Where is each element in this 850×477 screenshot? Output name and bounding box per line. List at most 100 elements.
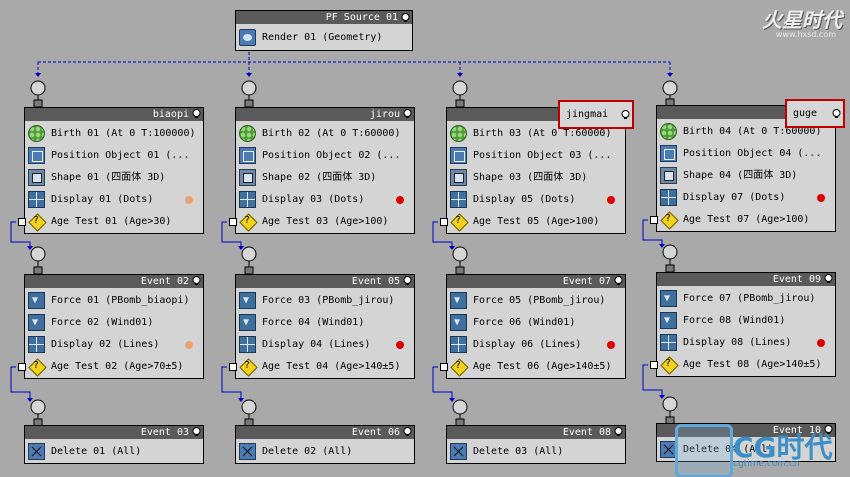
lightbulb-icon[interactable] xyxy=(824,274,833,284)
operator-row[interactable]: Display 05 (Dots) xyxy=(447,189,625,211)
lightbulb-icon[interactable] xyxy=(192,427,201,437)
hxsd-url: www.hxsd.com xyxy=(775,30,836,39)
display-icon xyxy=(450,336,467,353)
lightbulb-icon[interactable] xyxy=(403,276,412,286)
operator-row[interactable]: Force 01 (PBomb_biaopi) xyxy=(25,290,203,312)
force-icon xyxy=(660,310,677,332)
lightbulb-icon[interactable] xyxy=(614,427,623,437)
output-connector[interactable] xyxy=(18,363,26,371)
operator-row[interactable]: Force 05 (PBomb_jirou) xyxy=(447,290,625,312)
operator-row[interactable]: Delete 01 (All) xyxy=(25,441,203,463)
operator-row[interactable]: Age Test 03 (Age>100) xyxy=(229,210,414,233)
operator-row[interactable]: Age Test 02 (Age>70±5) xyxy=(18,355,203,378)
operator-row[interactable]: Position Object 03 (... xyxy=(447,145,625,167)
display-color-swatch[interactable] xyxy=(607,196,615,204)
event-node[interactable]: Event 07 Force 05 (PBomb_jirou) Force 06 (… xyxy=(440,274,626,379)
event-node[interactable]: Event 02 Force 01 (PBomb_biaopi) Force 02 … xyxy=(18,274,204,379)
event-node[interactable]: Event 09 Force 07 (PBomb_jirou) Force 08 (… xyxy=(650,272,836,377)
operator-label: Display 08 (Lines) xyxy=(683,337,792,348)
force-icon xyxy=(450,290,467,312)
event-node[interactable]: Event 06 Delete 02 (All) xyxy=(235,425,415,464)
operator-row[interactable]: Birth 02 (At 0 T:60000) xyxy=(236,123,414,145)
operator-row[interactable]: Force 04 (Wind01) xyxy=(236,312,414,334)
particle-view-canvas[interactable]: PF Source 01 Render 01 (Geometry) biaopi… xyxy=(0,0,850,477)
operator-row[interactable]: Shape 02 (四面体 3D) xyxy=(236,167,414,189)
operator-row[interactable]: Position Object 01 (... xyxy=(25,145,203,167)
operator-row[interactable]: Shape 04 (四面体 3D) xyxy=(657,165,835,187)
display-color-swatch[interactable] xyxy=(607,341,615,349)
operator-row[interactable]: Shape 03 (四面体 3D) xyxy=(447,167,625,189)
display-color-swatch[interactable] xyxy=(396,196,404,204)
operator-row[interactable]: Shape 01 (四面体 3D) xyxy=(25,167,203,189)
operator-row[interactable]: Delete 02 (All) xyxy=(236,441,414,463)
operator-label: Birth 02 (At 0 T:60000) xyxy=(262,128,401,139)
position-object-icon xyxy=(28,147,45,164)
lightbulb-icon[interactable] xyxy=(621,110,630,120)
render-icon xyxy=(239,29,256,46)
shape-icon xyxy=(28,169,45,186)
lightbulb-icon[interactable] xyxy=(403,427,412,437)
operator-label: Delete 02 (All) xyxy=(262,446,353,457)
display-color-swatch[interactable] xyxy=(185,341,193,349)
cgtime-logo-icon xyxy=(675,424,733,477)
event-node[interactable]: jirou Birth 02 (At 0 T:60000) Position Obj… xyxy=(229,107,415,234)
age-test-icon xyxy=(660,353,677,375)
operator-row[interactable]: Position Object 02 (... xyxy=(236,145,414,167)
operator-label: Age Test 01 (Age>30) xyxy=(51,216,172,227)
output-connector[interactable] xyxy=(650,216,658,224)
output-connector[interactable] xyxy=(650,361,658,369)
birth-icon xyxy=(660,123,677,140)
operator-row[interactable]: Position Object 04 (... xyxy=(657,143,835,165)
event-node[interactable]: Event 03 Delete 01 (All) xyxy=(24,425,204,464)
age-test-icon xyxy=(450,355,467,377)
lightbulb-icon[interactable] xyxy=(192,276,201,286)
output-connector[interactable] xyxy=(229,363,237,371)
force-icon xyxy=(28,312,45,334)
lightbulb-icon[interactable] xyxy=(401,13,410,23)
output-connector[interactable] xyxy=(229,218,237,226)
operator-label: Position Object 01 (... xyxy=(51,150,190,161)
operator-row[interactable]: Force 02 (Wind01) xyxy=(25,312,203,334)
operator-row[interactable]: Age Test 07 (Age>100) xyxy=(650,208,835,231)
display-color-swatch[interactable] xyxy=(817,194,825,202)
display-color-swatch[interactable] xyxy=(817,339,825,347)
operator-row[interactable]: Display 03 (Dots) xyxy=(236,189,414,211)
operator-row[interactable]: Age Test 05 (Age>100) xyxy=(440,210,625,233)
output-connector[interactable] xyxy=(18,218,26,226)
output-connector[interactable] xyxy=(440,218,448,226)
event-node[interactable]: Event 08 Delete 03 (All) xyxy=(446,425,626,464)
lightbulb-icon[interactable] xyxy=(192,109,201,119)
operator-row[interactable]: Age Test 04 (Age>140±5) xyxy=(229,355,414,378)
operator-row[interactable]: Age Test 08 (Age>140±5) xyxy=(650,353,835,376)
operator-row[interactable]: Render 01 (Geometry) xyxy=(236,27,412,49)
operator-row[interactable]: Display 06 (Lines) xyxy=(447,334,625,356)
operator-label: Position Object 04 (... xyxy=(683,148,822,159)
operator-row[interactable]: Birth 01 (At 0 T:100000) xyxy=(25,123,203,145)
operator-row[interactable]: Force 06 (Wind01) xyxy=(447,312,625,334)
operator-row[interactable]: Force 03 (PBomb_jirou) xyxy=(236,290,414,312)
operator-label: Age Test 06 (Age>140±5) xyxy=(473,361,612,372)
operator-row[interactable]: Delete 03 (All) xyxy=(447,441,625,463)
lightbulb-icon[interactable] xyxy=(832,109,841,119)
pf-source-node[interactable]: PF Source 01 Render 01 (Geometry) xyxy=(235,10,413,51)
display-color-swatch[interactable] xyxy=(185,196,193,204)
operator-row[interactable]: Display 08 (Lines) xyxy=(657,332,835,354)
event-title: Event 09 xyxy=(657,273,835,286)
lightbulb-icon[interactable] xyxy=(614,276,623,286)
operator-row[interactable]: Force 07 (PBomb_jirou) xyxy=(657,288,835,310)
operator-label: Force 06 (Wind01) xyxy=(473,317,576,328)
operator-row[interactable]: Force 08 (Wind01) xyxy=(657,310,835,332)
output-connector[interactable] xyxy=(440,363,448,371)
operator-row[interactable]: Age Test 01 (Age>30) xyxy=(18,210,203,233)
operator-row[interactable]: Display 02 (Lines) xyxy=(25,334,203,356)
operator-label: Shape 02 (四面体 3D) xyxy=(262,172,377,183)
event-node[interactable]: biaopi Birth 01 (At 0 T:100000) Position O… xyxy=(18,107,204,234)
operator-row[interactable]: Display 01 (Dots) xyxy=(25,189,203,211)
event-node[interactable]: Event 05 Force 03 (PBomb_jirou) Force 04 (… xyxy=(229,274,415,379)
operator-row[interactable]: Display 07 (Dots) xyxy=(657,187,835,209)
operator-row[interactable]: Age Test 06 (Age>140±5) xyxy=(440,355,625,378)
display-color-swatch[interactable] xyxy=(396,341,404,349)
operator-row[interactable]: Display 04 (Lines) xyxy=(236,334,414,356)
birth-icon xyxy=(450,125,467,142)
lightbulb-icon[interactable] xyxy=(403,109,412,119)
